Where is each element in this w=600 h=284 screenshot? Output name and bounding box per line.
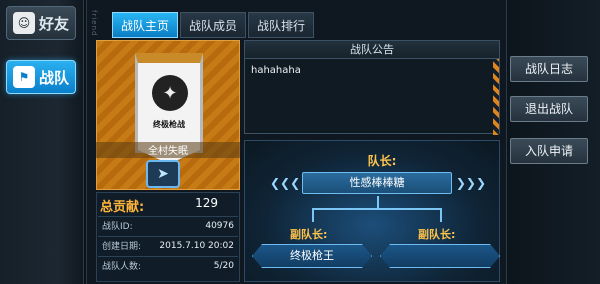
tab-team-ranking[interactable]: 战队排行 xyxy=(248,12,315,38)
team-flag-icon: ⚑ xyxy=(13,66,35,88)
rank-badge-icon: ➤ xyxy=(146,160,180,188)
friends-tab-label: 好友 xyxy=(39,14,70,33)
stat-value: 2015.7.10 20:02 xyxy=(159,240,234,251)
tab-bar: 战队主页 战队成员 战队排行 xyxy=(112,12,315,38)
stat-row-members: 战队人数: 5/20 xyxy=(98,256,238,274)
left-wing-icon: ❮❮❮ xyxy=(270,176,301,190)
announcement-title: 战队公告 xyxy=(245,41,499,59)
team-log-button[interactable]: 战队日志 xyxy=(510,56,588,82)
contribution-label: 总贡献: xyxy=(100,200,145,215)
connector-line xyxy=(377,196,379,208)
team-name: 全村失眠 xyxy=(96,142,240,158)
tab-team-home[interactable]: 战队主页 xyxy=(112,12,179,38)
right-wing-icon: ❯❯❯ xyxy=(455,176,486,190)
stat-value: 40976 xyxy=(205,220,234,231)
join-requests-button[interactable]: 入队申请 xyxy=(510,138,588,164)
deputy-slot[interactable] xyxy=(380,244,500,268)
team-tab[interactable]: ⚑ 战队 xyxy=(6,60,76,94)
stat-key: 战队ID: xyxy=(102,222,133,232)
friends-tab[interactable]: ☺ 好友 xyxy=(6,6,76,40)
vertical-label: friend xyxy=(90,10,98,37)
side-nav xyxy=(0,0,84,284)
contribution-value: 129 xyxy=(195,196,218,210)
connector-line xyxy=(440,208,442,222)
banner-text: 终极枪战 xyxy=(153,120,185,129)
stat-row-created: 创建日期: 2015.7.10 20:02 xyxy=(98,236,238,254)
leader-label: 队长: xyxy=(367,154,397,168)
connector-line xyxy=(312,208,442,210)
deputy-label: 副队长: xyxy=(418,228,456,241)
leader-name[interactable]: 性感棒棒糖 xyxy=(302,172,452,194)
stat-key: 创建日期: xyxy=(102,242,142,252)
friends-icon: ☺ xyxy=(13,12,35,34)
contribution: 总贡献: 129 xyxy=(100,196,240,215)
stat-value: 5/20 xyxy=(213,260,234,271)
tab-team-members[interactable]: 战队成员 xyxy=(180,12,247,38)
stat-key: 战队人数: xyxy=(102,262,142,272)
announcement-panel: 战队公告 hahahaha xyxy=(244,40,500,135)
hazard-stripe xyxy=(493,59,499,135)
announcement-body: hahahaha xyxy=(251,65,301,76)
stat-row-team-id: 战队ID: 40976 xyxy=(98,216,238,234)
quit-team-button[interactable]: 退出战队 xyxy=(510,96,588,122)
deputy-label: 副队长: xyxy=(290,228,328,241)
deputy-slot[interactable]: 终极枪王 xyxy=(252,244,372,268)
star-emblem-icon: ✦ xyxy=(152,75,188,111)
team-tab-label: 战队 xyxy=(39,68,70,87)
connector-line xyxy=(312,208,314,222)
team-banner: ✦ 终极枪战 xyxy=(135,53,203,164)
